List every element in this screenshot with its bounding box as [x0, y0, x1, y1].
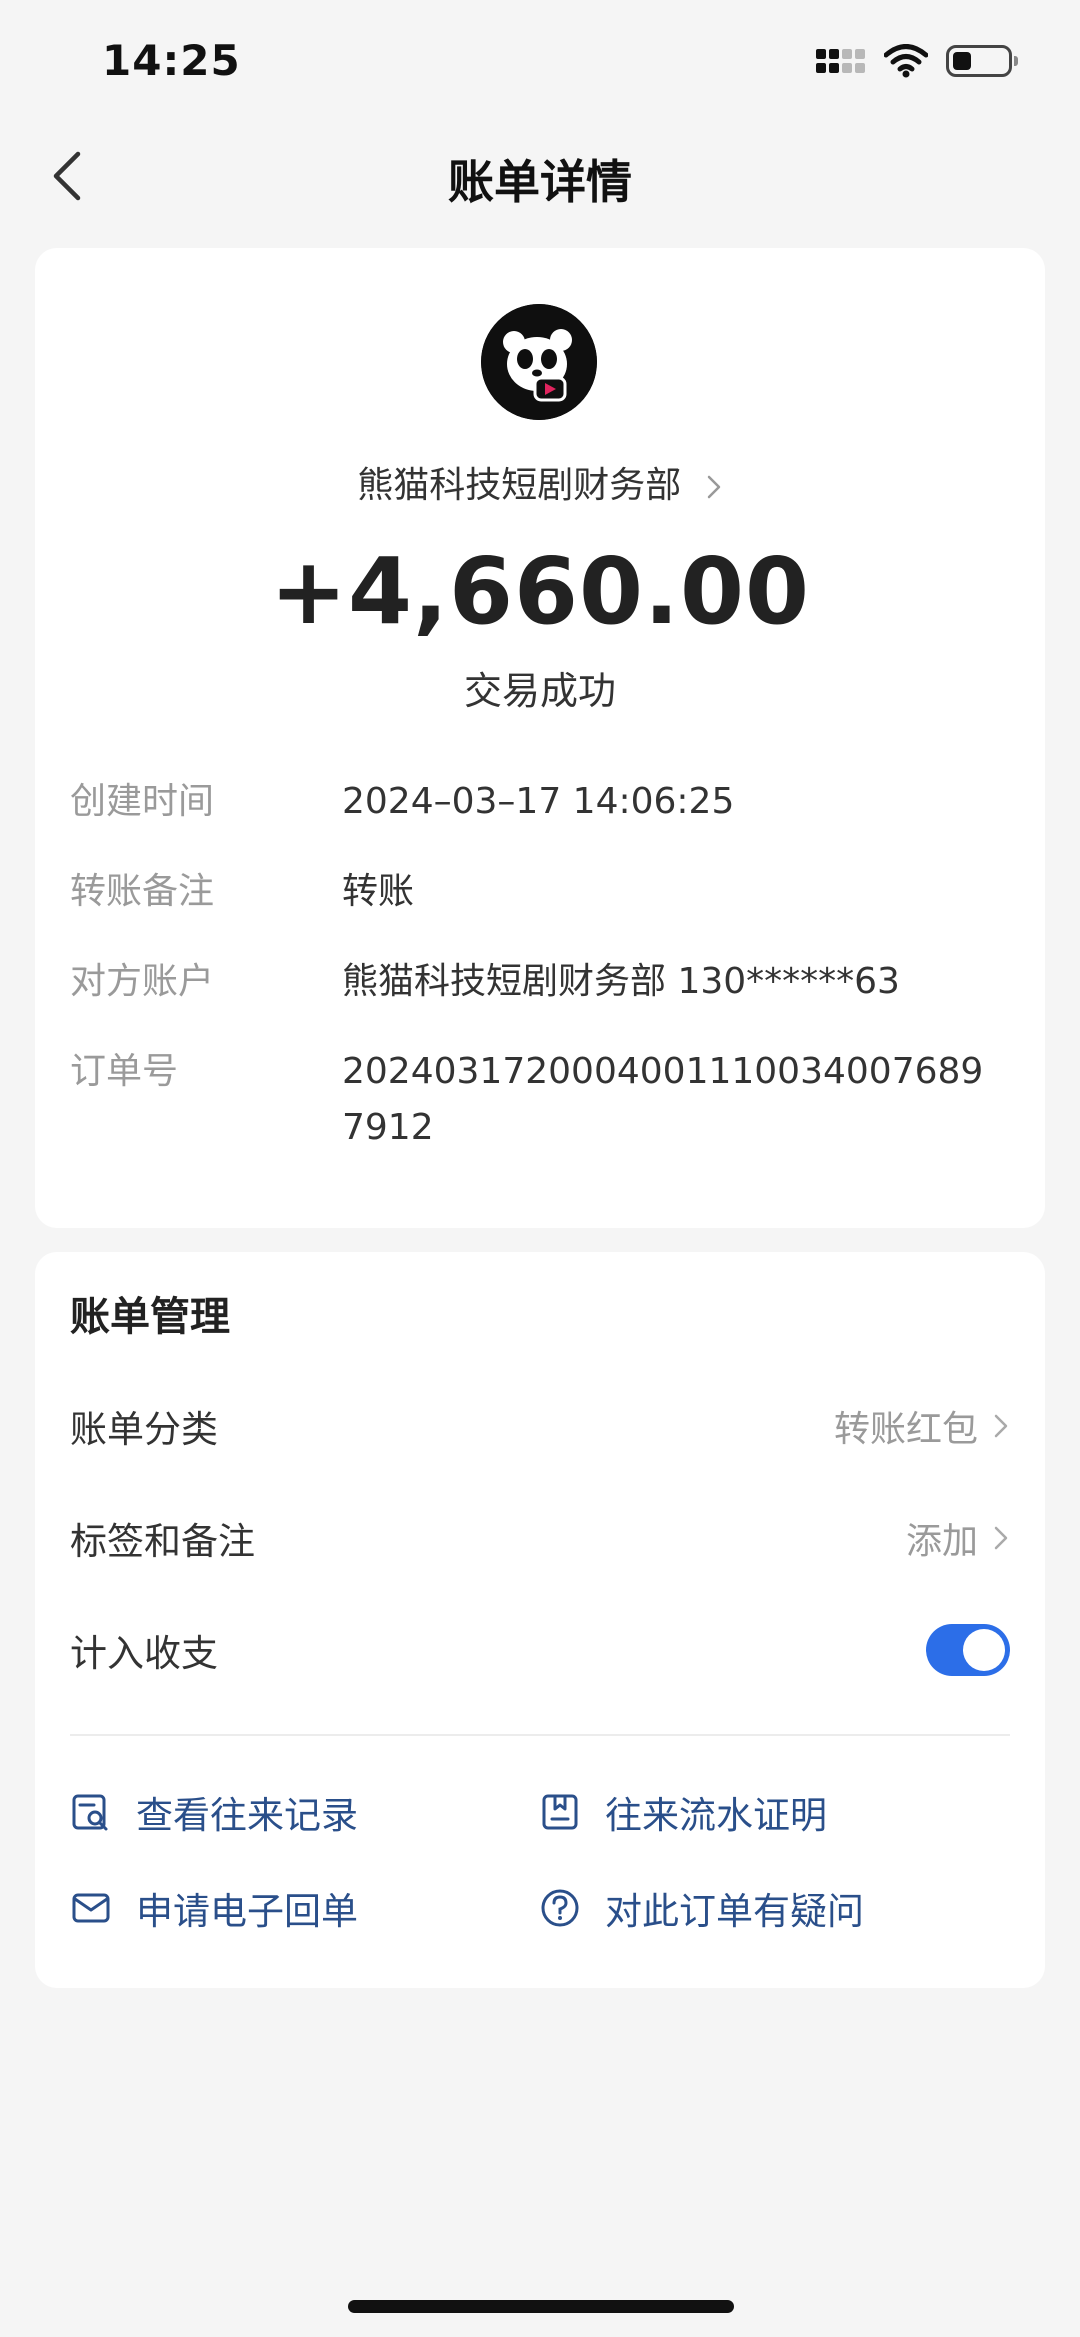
action-label: 对此订单有疑问: [605, 1890, 864, 1933]
detail-row-transfer-note: 转账备注 转账: [70, 864, 1005, 920]
detail-value: 转账: [342, 871, 415, 912]
transaction-proof-button[interactable]: 往来流水证明: [539, 1782, 827, 1842]
battery-icon: [946, 45, 1018, 77]
view-records-button[interactable]: 查看往来记录: [70, 1782, 358, 1842]
merchant-link[interactable]: 熊猫科技短剧财务部: [35, 456, 1045, 508]
detail-value: 2024–03–17 14:06:25: [342, 781, 735, 822]
transaction-card: 熊猫科技短剧财务部 +4,660.00 交易成功 创建时间 2024–03–17…: [35, 248, 1045, 1228]
bill-category-label: 账单分类: [70, 1408, 218, 1451]
document-icon: [542, 1794, 578, 1830]
action-label: 申请电子回单: [136, 1890, 358, 1933]
transaction-amount: +4,660.00: [269, 538, 811, 645]
include-in-budget-label: 计入收支: [70, 1632, 218, 1675]
bill-management-card: 账单管理 账单分类 转账红包 标签和备注 添加 计入收支 查看往来记录 往来流水…: [35, 1252, 1045, 1988]
chevron-right-icon: [707, 475, 720, 499]
action-label: 往来流水证明: [605, 1794, 827, 1837]
cellular-signal-icon: [816, 49, 866, 73]
detail-label: 创建时间: [70, 781, 215, 822]
tags-notes-value: 添加: [905, 1521, 978, 1562]
nav-bar: 账单详情: [0, 120, 1080, 230]
chevron-right-icon: [994, 1414, 1008, 1438]
detail-row-counterparty: 对方账户 熊猫科技短剧财务部 130******63: [70, 954, 1005, 1010]
detail-label: 转账备注: [70, 871, 215, 912]
tags-notes-row[interactable]: 标签和备注 添加: [70, 1508, 1010, 1568]
mail-icon: [72, 1893, 110, 1923]
detail-row-order-number: 订单号 20240317200040011100340076897912: [70, 1044, 1005, 1156]
page-title: 账单详情: [448, 155, 632, 209]
detail-label: 订单号: [70, 1051, 179, 1092]
home-indicator[interactable]: [348, 2300, 734, 2313]
order-question-button[interactable]: 对此订单有疑问: [539, 1878, 864, 1938]
include-in-budget-toggle[interactable]: [926, 1624, 1010, 1676]
detail-value[interactable]: 20240317200040011100340076897912: [342, 1044, 1005, 1156]
wifi-icon: [884, 44, 928, 78]
bill-detail-page: 14:25 账单详情 熊猫科技短剧财务部 +4,660.00 交易成功 创建时间…: [0, 0, 1080, 2337]
status-icons: [816, 44, 1018, 78]
merchant-name: 熊猫科技短剧财务部: [357, 465, 682, 506]
electronic-receipt-button[interactable]: 申请电子回单: [70, 1878, 358, 1938]
detail-value: 熊猫科技短剧财务部 130******63: [342, 961, 900, 1002]
question-icon: [541, 1889, 579, 1927]
status-bar: 14:25: [0, 0, 1080, 120]
action-label: 查看往来记录: [136, 1794, 358, 1837]
chevron-right-icon: [994, 1526, 1008, 1550]
tags-notes-label: 标签和备注: [70, 1520, 255, 1563]
transaction-status: 交易成功: [463, 669, 616, 713]
bill-category-value: 转账红包: [833, 1409, 978, 1450]
include-in-budget-row: 计入收支: [70, 1620, 1010, 1680]
bill-category-row[interactable]: 账单分类 转账红包: [70, 1396, 1010, 1456]
divider: [70, 1734, 1010, 1736]
section-title: 账单管理: [70, 1294, 230, 1340]
detail-label: 对方账户: [70, 961, 215, 1002]
panda-logo-icon: [481, 304, 597, 420]
detail-row-created-time: 创建时间 2024–03–17 14:06:25: [70, 774, 1005, 830]
merchant-avatar[interactable]: [481, 304, 597, 420]
search-record-icon: [72, 1794, 108, 1831]
status-time: 14:25: [102, 36, 241, 85]
